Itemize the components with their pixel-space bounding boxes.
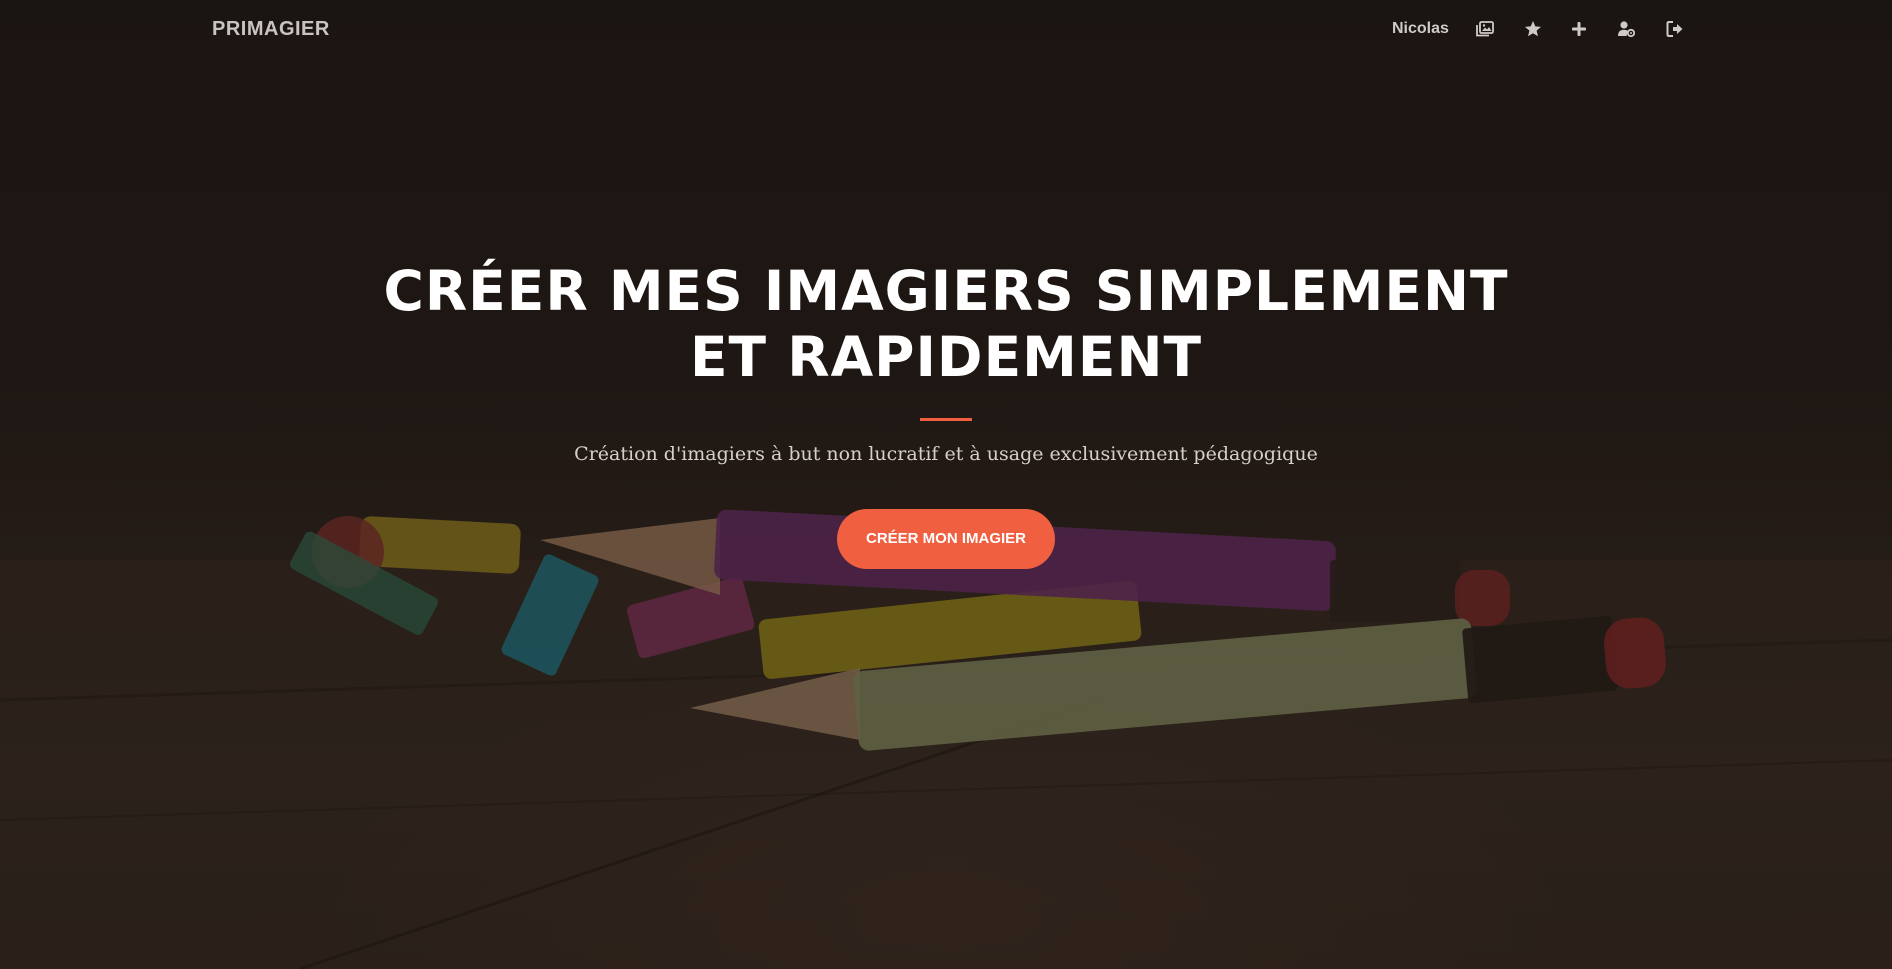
create-imagier-button[interactable]: CRÉER MON IMAGIER: [837, 509, 1055, 569]
brand-logo-link[interactable]: PRIMAGIER: [212, 18, 330, 41]
hero-subtitle: Création d'imagiers à but non lucratif e…: [574, 443, 1318, 465]
hero-divider: [920, 418, 972, 421]
sign-out-icon[interactable]: [1666, 20, 1684, 38]
hero-headline: CRÉER MES IMAGIERS SIMPLEMENT ET RAPIDEM…: [383, 259, 1509, 389]
user-gear-icon[interactable]: [1617, 20, 1635, 38]
plus-icon[interactable]: [1570, 20, 1588, 38]
top-navbar: PRIMAGIER Nicolas: [0, 0, 1892, 60]
hero-content: CRÉER MES IMAGIERS SIMPLEMENT ET RAPIDEM…: [0, 258, 1892, 569]
nav-user-link[interactable]: Nicolas: [1392, 20, 1449, 38]
images-icon[interactable]: [1476, 20, 1494, 38]
star-icon[interactable]: [1524, 20, 1542, 38]
